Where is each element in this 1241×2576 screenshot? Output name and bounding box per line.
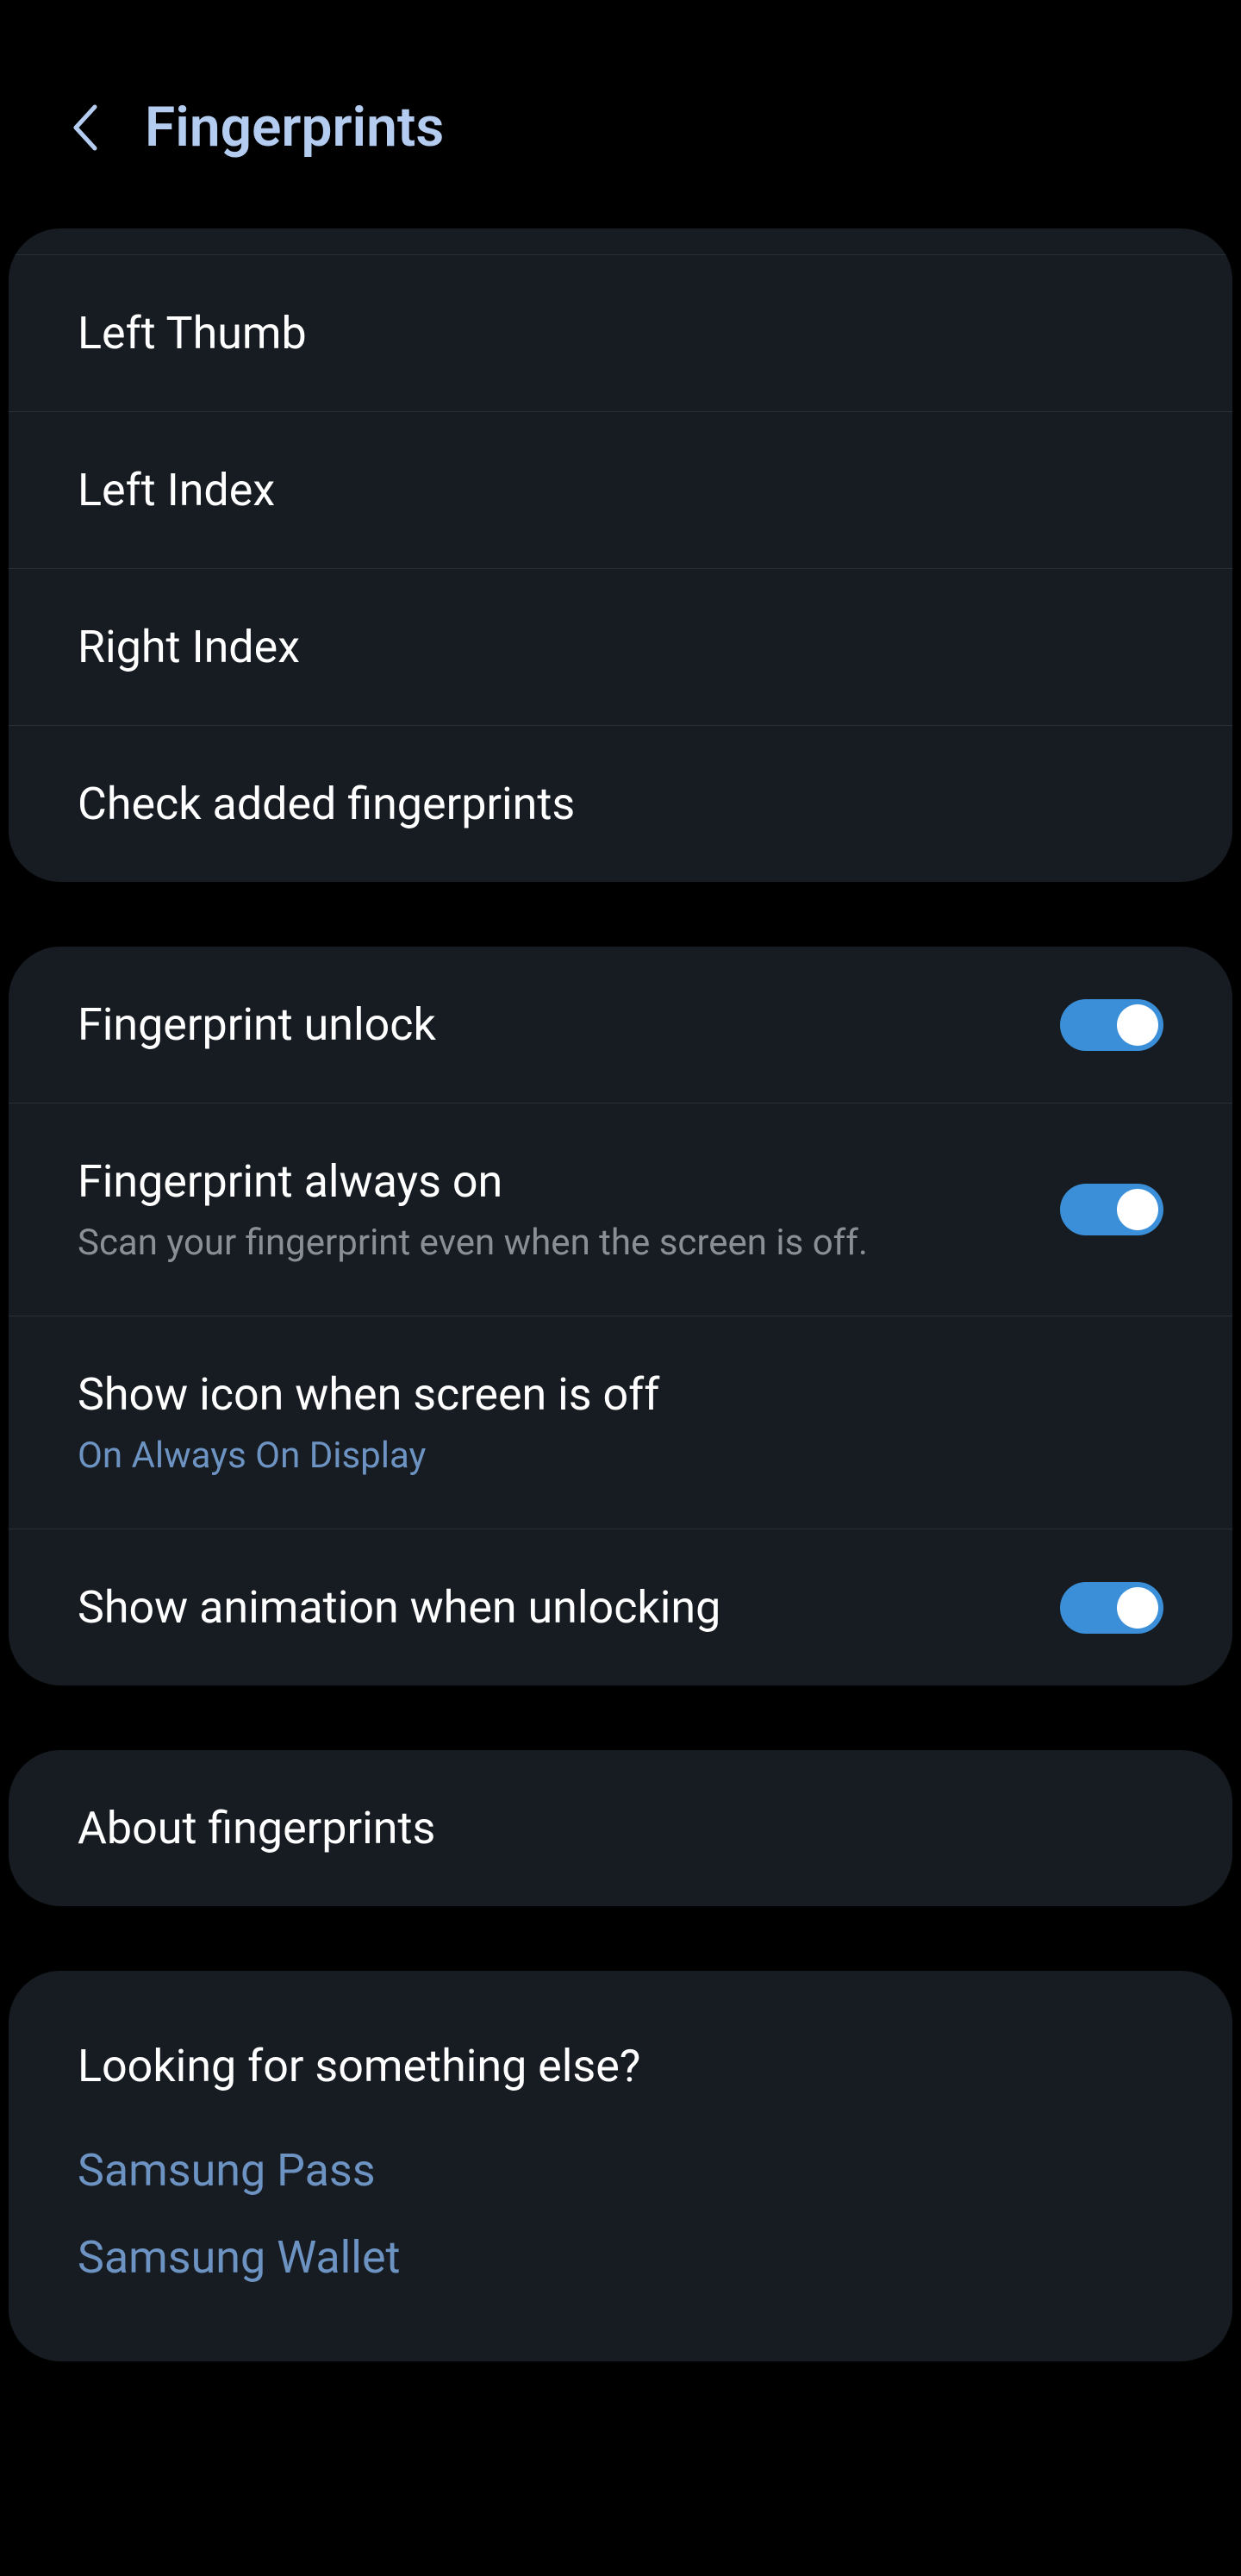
fingerprint-list-card: Left Thumb Left Index Right Index Check … xyxy=(9,228,1232,882)
setting-label: Fingerprint unlock xyxy=(78,998,436,1051)
settings-card: Fingerprint unlock Fingerprint always on… xyxy=(9,947,1232,1685)
setting-subtitle: On Always On Display xyxy=(78,1435,659,1477)
show-icon-row[interactable]: Show icon when screen is off On Always O… xyxy=(9,1316,1232,1529)
back-icon[interactable] xyxy=(69,102,102,153)
fingerprint-label: Right Index xyxy=(78,621,300,673)
fingerprint-item-right-index[interactable]: Right Index xyxy=(9,569,1232,726)
fingerprint-item-left-thumb[interactable]: Left Thumb xyxy=(9,254,1232,412)
samsung-wallet-link[interactable]: Samsung Wallet xyxy=(78,2231,1163,2284)
fingerprint-label: Left Thumb xyxy=(78,307,307,360)
fingerprint-label: Check added fingerprints xyxy=(78,778,575,830)
about-label: About fingerprints xyxy=(78,1802,435,1854)
fingerprint-item-left-index[interactable]: Left Index xyxy=(9,412,1232,569)
header: Fingerprints xyxy=(0,0,1241,228)
setting-label: Show icon when screen is off xyxy=(78,1368,659,1421)
fingerprint-unlock-toggle[interactable] xyxy=(1060,999,1163,1051)
fingerprint-unlock-row[interactable]: Fingerprint unlock xyxy=(9,947,1232,1104)
setting-label: Show animation when unlocking xyxy=(78,1581,720,1634)
setting-subtitle: Scan your fingerprint even when the scre… xyxy=(78,1222,868,1264)
fingerprint-always-on-row[interactable]: Fingerprint always on Scan your fingerpr… xyxy=(9,1104,1232,1316)
footer-card: Looking for something else? Samsung Pass… xyxy=(9,1971,1232,2361)
samsung-pass-link[interactable]: Samsung Pass xyxy=(78,2144,1163,2197)
check-added-fingerprints[interactable]: Check added fingerprints xyxy=(9,726,1232,882)
setting-label: Fingerprint always on xyxy=(78,1155,868,1208)
about-fingerprints[interactable]: About fingerprints xyxy=(9,1750,1232,1906)
show-animation-row[interactable]: Show animation when unlocking xyxy=(9,1529,1232,1685)
about-card: About fingerprints xyxy=(9,1750,1232,1906)
page-title: Fingerprints xyxy=(145,95,444,159)
footer-heading: Looking for something else? xyxy=(78,2040,1163,2092)
fingerprint-always-on-toggle[interactable] xyxy=(1060,1184,1163,1235)
show-animation-toggle[interactable] xyxy=(1060,1582,1163,1634)
fingerprint-label: Left Index xyxy=(78,464,275,516)
